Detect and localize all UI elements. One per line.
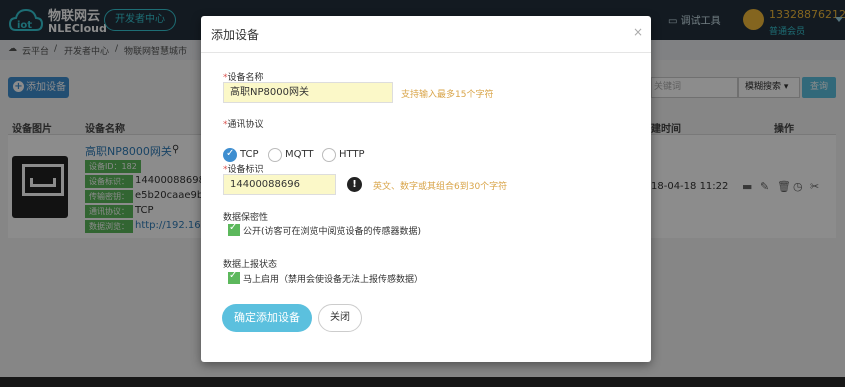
device-name-hint: 支持输入最多15个字符 <box>401 90 494 100</box>
privacy-checkbox[interactable] <box>228 222 240 236</box>
confirm-add-button[interactable]: 确定添加设备 <box>222 304 312 332</box>
radio-mqtt[interactable] <box>268 148 282 162</box>
modal-divider <box>201 52 651 53</box>
radio-http[interactable] <box>322 148 336 162</box>
modal-title: 添加设备 <box>211 28 260 42</box>
warning-icon: ! <box>347 177 362 192</box>
report-option-label[interactable]: 马上启用（禁用会使设备无法上报传感数据） <box>243 272 423 285</box>
add-device-modal: 添加设备 × *设备名称 高职NP8000网关 支持输入最多15个字符 *通讯协… <box>201 16 651 362</box>
protocol-label: *通讯协议 <box>223 120 264 130</box>
radio-mqtt-label[interactable]: MQTT <box>285 149 314 160</box>
report-checkbox[interactable] <box>228 270 240 284</box>
device-ident-input[interactable]: 14400088696 <box>223 174 336 195</box>
radio-tcp-label[interactable]: TCP <box>240 149 259 160</box>
close-button[interactable]: 关闭 <box>318 304 362 332</box>
report-status-label: 数据上报状态 <box>223 260 278 270</box>
close-icon[interactable]: × <box>633 25 643 39</box>
device-ident-hint: 英文、数字或其组合6到30个字符 <box>373 182 508 192</box>
device-name-input[interactable]: 高职NP8000网关 <box>223 82 393 103</box>
radio-tcp[interactable] <box>223 148 237 162</box>
radio-http-label[interactable]: HTTP <box>339 149 365 160</box>
privacy-option-label[interactable]: 公开(访客可在浏览中阅览设备的传感器数据) <box>243 224 421 237</box>
